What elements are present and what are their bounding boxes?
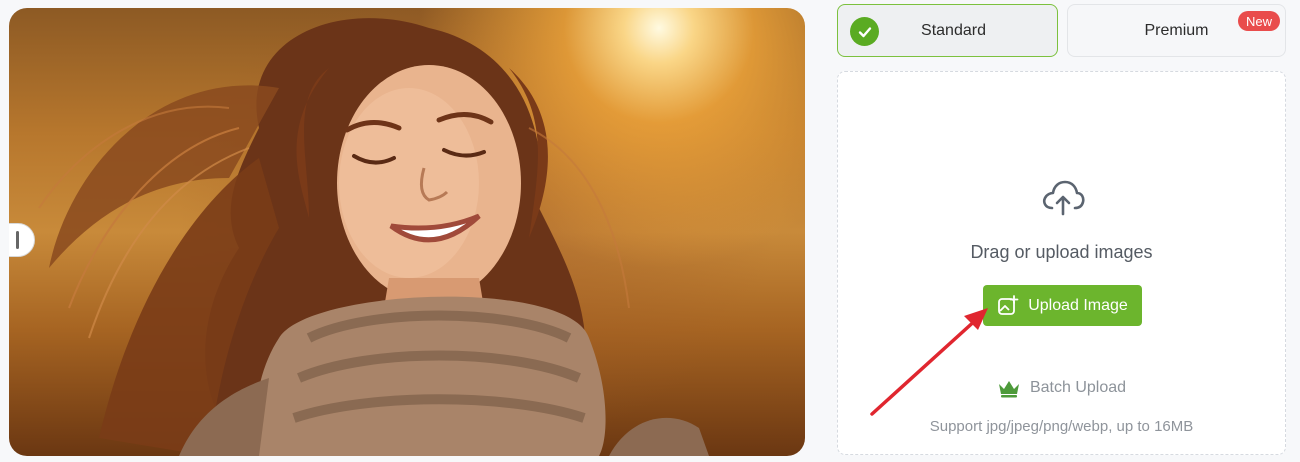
drag-upload-prompt: Drag or upload images (970, 242, 1153, 262)
upload-image-button[interactable]: Upload Image (983, 285, 1142, 326)
cloud-upload-icon (1042, 180, 1085, 216)
preview-photo (9, 8, 805, 456)
new-badge: New (1237, 11, 1280, 31)
tab-standard-label: Standard (921, 21, 986, 39)
tab-premium-label: Premium (1144, 21, 1209, 39)
image-upload-page: Standard Premium New Drag or upload imag… (0, 0, 1300, 462)
image-add-icon (998, 294, 1019, 315)
upload-image-label: Upload Image (1028, 296, 1128, 314)
annotation-arrow-icon (870, 308, 988, 416)
check-icon (850, 17, 879, 46)
tab-standard[interactable]: Standard (837, 4, 1058, 57)
crown-icon (998, 381, 1019, 398)
compare-handle-icon (15, 231, 19, 249)
batch-upload-label: Batch Upload (1029, 379, 1127, 396)
portrait-illustration (38, 18, 709, 456)
tab-premium[interactable]: Premium New (1067, 4, 1286, 57)
